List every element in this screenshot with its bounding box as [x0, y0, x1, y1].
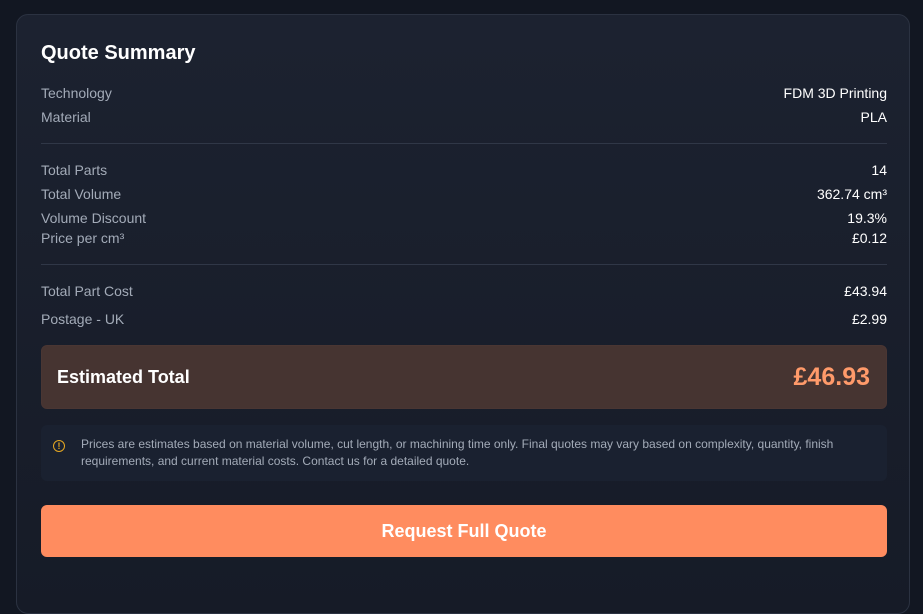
material-row: Material PLA: [41, 107, 887, 127]
technology-label: Technology: [41, 85, 112, 101]
postage-value: £2.99: [851, 311, 887, 327]
total-part-cost-label: Total Part Cost: [41, 283, 133, 299]
material-value: PLA: [860, 109, 887, 125]
total-parts-label: Total Parts: [41, 162, 108, 178]
volume-discount-row: Volume Discount 19.3%: [41, 208, 887, 228]
postage-label: Postage - UK: [41, 311, 125, 327]
total-parts-value: 14: [871, 162, 887, 178]
price-per-cm3-row: Price per cm³ £0.12: [41, 228, 887, 248]
estimated-total-value: £46.93: [793, 362, 870, 391]
total-part-cost-row: Total Part Cost £43.94: [41, 281, 887, 301]
pricing-notice: ! Prices are estimates based on material…: [41, 425, 887, 481]
total-volume-label: Total Volume: [41, 186, 122, 202]
postage-row: Postage - UK £2.99: [41, 309, 887, 329]
material-label: Material: [41, 109, 91, 125]
technology-row: Technology FDM 3D Printing: [41, 83, 887, 103]
quote-summary-title: Quote Summary: [41, 42, 196, 64]
warning-circle-icon: !: [53, 440, 65, 452]
estimated-total-box: Estimated Total £46.93: [41, 345, 887, 409]
divider: [41, 264, 887, 265]
total-parts-row: Total Parts 14: [41, 160, 887, 180]
price-per-cm3-label: Price per cm³: [41, 230, 125, 246]
divider: [41, 143, 887, 144]
total-part-cost-value: £43.94: [844, 283, 887, 299]
total-volume-value: 362.74 cm³: [816, 186, 887, 202]
quote-summary-card: Quote Summary Technology FDM 3D Printing…: [16, 14, 910, 614]
volume-discount-label: Volume Discount: [41, 210, 147, 226]
price-per-cm3-value: £0.12: [851, 230, 887, 246]
request-full-quote-button[interactable]: Request Full Quote: [41, 505, 887, 557]
volume-discount-value: 19.3%: [847, 210, 887, 226]
estimated-total-label: Estimated Total: [57, 366, 190, 387]
pricing-notice-text: Prices are estimates based on material v…: [81, 437, 834, 468]
total-volume-row: Total Volume 362.74 cm³: [41, 184, 887, 204]
technology-value: FDM 3D Printing: [783, 85, 887, 101]
